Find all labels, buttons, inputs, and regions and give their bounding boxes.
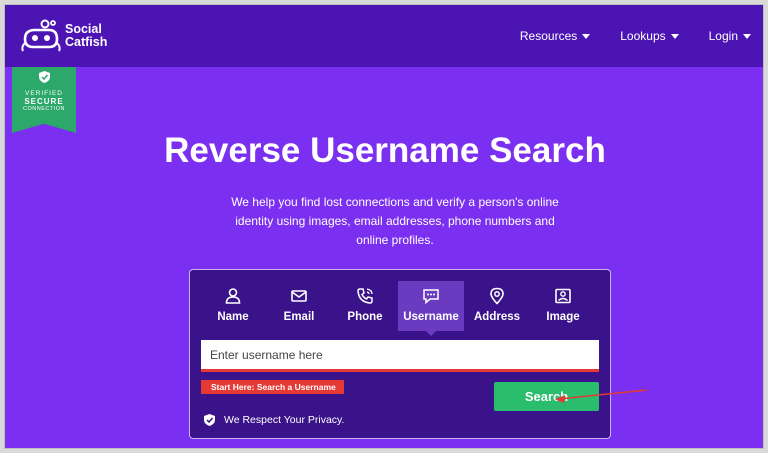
image-icon: [555, 288, 571, 304]
top-navigation-bar: Social Catfish Resources Lookups Login: [5, 5, 763, 67]
tab-name-label: Name: [217, 311, 249, 323]
brand-name-line2: Catfish: [65, 35, 108, 49]
username-search-input[interactable]: [201, 340, 599, 372]
catfish-logo-icon: [21, 19, 61, 52]
search-panel: Name Email Phone Username Address Image …: [189, 269, 611, 439]
tab-address-label: Address: [473, 311, 521, 323]
privacy-notice: We Respect Your Privacy.: [204, 414, 344, 426]
tab-username-label: Username: [403, 311, 459, 323]
search-type-tabs: Name Email Phone Username Address Image: [200, 281, 596, 336]
tab-email-label: Email: [283, 311, 315, 323]
tab-name[interactable]: Name: [200, 281, 266, 331]
social-catfish-logo[interactable]: Social Catfish: [21, 15, 111, 57]
tab-image[interactable]: Image: [530, 281, 596, 331]
nav-lookups-label: Lookups: [620, 29, 666, 43]
page-title: Reverse Username Search: [164, 131, 606, 170]
nav-lookups[interactable]: Lookups: [620, 29, 679, 43]
caret-down-icon: [582, 33, 591, 39]
main-nav: Resources Lookups Login: [519, 5, 763, 67]
phone-icon: [357, 288, 373, 304]
browser-viewport: Social Catfish Resources Lookups Login V…: [4, 4, 764, 449]
privacy-text: We Respect Your Privacy.: [224, 414, 345, 426]
caret-down-icon: [743, 33, 751, 39]
caret-down-icon: [670, 33, 679, 39]
tab-address[interactable]: Address: [464, 281, 530, 331]
badge-line1: VERIFIED: [25, 90, 63, 97]
nav-login[interactable]: Login: [709, 29, 751, 43]
badge-line3: CONNECTION: [23, 106, 65, 112]
tab-username[interactable]: Username: [398, 281, 464, 336]
tab-image-label: Image: [546, 311, 580, 323]
brand-name: Social Catfish: [65, 23, 107, 49]
person-icon: [225, 288, 241, 304]
location-pin-icon: [490, 287, 504, 305]
tab-phone[interactable]: Phone: [332, 281, 398, 331]
shield-check-icon: [204, 414, 215, 426]
badge-line2: SECURE: [24, 97, 64, 106]
nav-resources[interactable]: Resources: [519, 29, 591, 43]
nav-login-label: Login: [708, 29, 738, 43]
nav-resources-label: Resources: [519, 29, 578, 43]
envelope-icon: [291, 290, 307, 302]
shield-check-icon: [38, 71, 50, 83]
start-here-annotation: Start Here: Search a Username: [201, 380, 344, 394]
chat-icon: [423, 289, 439, 305]
verified-secure-badge: VERIFIED SECURE CONNECTION: [12, 67, 76, 133]
tab-email[interactable]: Email: [266, 281, 332, 331]
page-subtitle: We help you find lost connections and ve…: [231, 195, 559, 247]
tab-phone-label: Phone: [347, 311, 383, 323]
search-button[interactable]: Search: [494, 382, 599, 411]
